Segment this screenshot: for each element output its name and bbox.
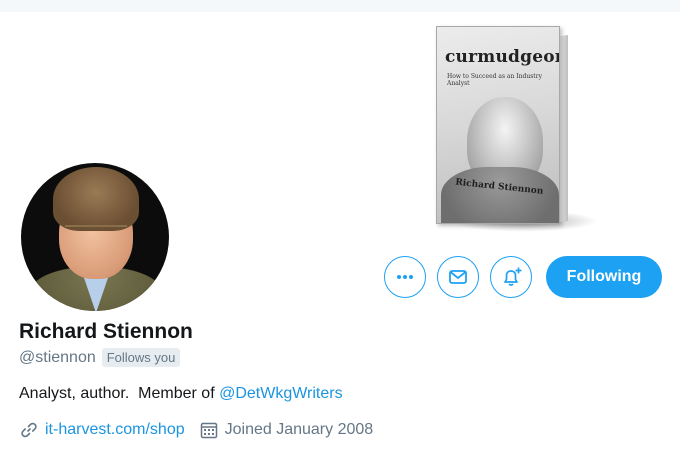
- book-cover-image: curmudgeon How to Succeed as an Industry…: [436, 26, 598, 236]
- avatar[interactable]: [18, 160, 172, 314]
- avatar-photo: [21, 163, 169, 311]
- profile-handle: @stiennon: [19, 348, 96, 366]
- bio-text: Analyst, author. Member of: [19, 385, 220, 402]
- book-subtitle: How to Succeed as an Industry Analyst: [447, 73, 542, 87]
- calendar-icon: [199, 420, 219, 440]
- profile-meta: it-harvest.com/shop Joined January 2008: [19, 420, 373, 440]
- avatar-hair: [53, 167, 139, 231]
- bio-mention-link[interactable]: @DetWkgWriters: [219, 385, 343, 402]
- book-title: curmudgeon: [445, 47, 560, 67]
- link-icon: [19, 420, 39, 440]
- profile-bio: Analyst, author. Member of @DetWkgWriter…: [19, 385, 343, 403]
- message-button[interactable]: [437, 256, 479, 298]
- bell-plus-icon: [499, 265, 523, 289]
- profile-name: Richard Stiennon: [19, 320, 193, 343]
- website-link[interactable]: it-harvest.com/shop: [45, 421, 185, 439]
- following-button[interactable]: Following: [546, 256, 662, 298]
- more-horizontal-icon: [395, 267, 415, 287]
- envelope-icon: [447, 266, 469, 288]
- follows-you-badge: Follows you: [101, 348, 181, 367]
- handle-row: @stiennon Follows you: [19, 348, 181, 367]
- avatar-glasses: [65, 225, 127, 241]
- top-divider: [0, 0, 680, 12]
- more-options-button[interactable]: [384, 256, 426, 298]
- notifications-button[interactable]: [490, 256, 532, 298]
- book-front: curmudgeon How to Succeed as an Industry…: [436, 26, 560, 224]
- joined-date: Joined January 2008: [224, 421, 374, 438]
